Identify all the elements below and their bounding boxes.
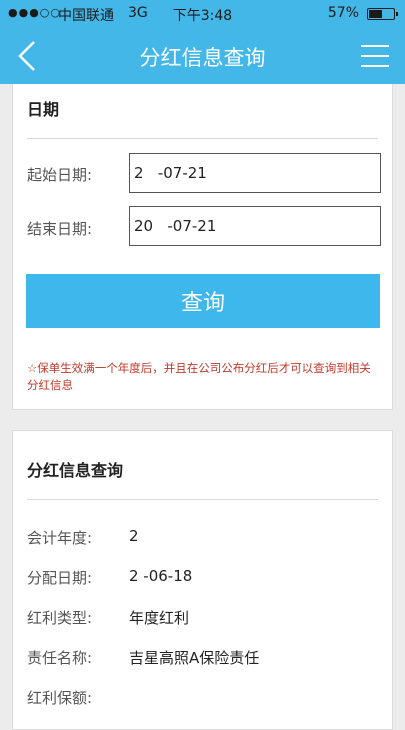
date-section-title: 日期	[27, 100, 60, 119]
fiscal-year-label: 会计年度:	[27, 529, 93, 547]
network-type: 3G	[128, 5, 148, 21]
query-button[interactable]: 查询	[26, 274, 380, 328]
battery-fill	[369, 10, 382, 18]
nav-bar: 分红信息查询	[0, 28, 405, 84]
dividend-info-card: 分红信息查询 会计年度: 2 分配日期: 2 -06-18 红利类型: 年度红利…	[12, 430, 393, 730]
dividend-type-label: 红利类型:	[27, 609, 93, 627]
liability-name-label: 责任名称:	[27, 649, 93, 667]
dividend-type-value: 年度红利	[129, 609, 190, 627]
fiscal-year-value: 2	[129, 527, 139, 545]
start-date-label: 起始日期:	[27, 166, 93, 184]
start-date-input[interactable]	[129, 153, 381, 193]
notice-text: ☆保单生效满一个年度后，并且在公司公布分红后才可以查询到相关分红信息	[27, 361, 371, 392]
distribution-date-value: 2 -06-18	[129, 567, 193, 585]
result-section-title: 分红信息查询	[27, 461, 124, 480]
divider	[27, 138, 378, 139]
hamburger-menu-icon[interactable]	[359, 40, 391, 72]
distribution-date-label: 分配日期:	[27, 569, 93, 587]
dividend-amount-label: 红利保额:	[27, 689, 93, 707]
date-query-card: 日期 起始日期: 结束日期: 查询 ☆保单生效满一个年度后，并且在公司公布分红后…	[12, 84, 393, 410]
liability-name-value: 吉星高照A保险责任	[129, 649, 260, 667]
battery-percentage: 57%	[327, 5, 359, 21]
status-bar: ●●●○○ 中国联通 3G 下午3:48 57%	[0, 0, 405, 28]
end-date-label: 结束日期:	[27, 220, 93, 238]
divider	[27, 499, 378, 500]
carrier-name: 中国联通	[58, 8, 114, 24]
battery-icon	[367, 8, 398, 20]
end-date-input[interactable]	[129, 206, 381, 246]
page-title: 分红信息查询	[139, 46, 266, 70]
chevron-left-icon[interactable]	[10, 36, 50, 76]
signal-strength-icon: ●●●○○	[8, 6, 61, 19]
